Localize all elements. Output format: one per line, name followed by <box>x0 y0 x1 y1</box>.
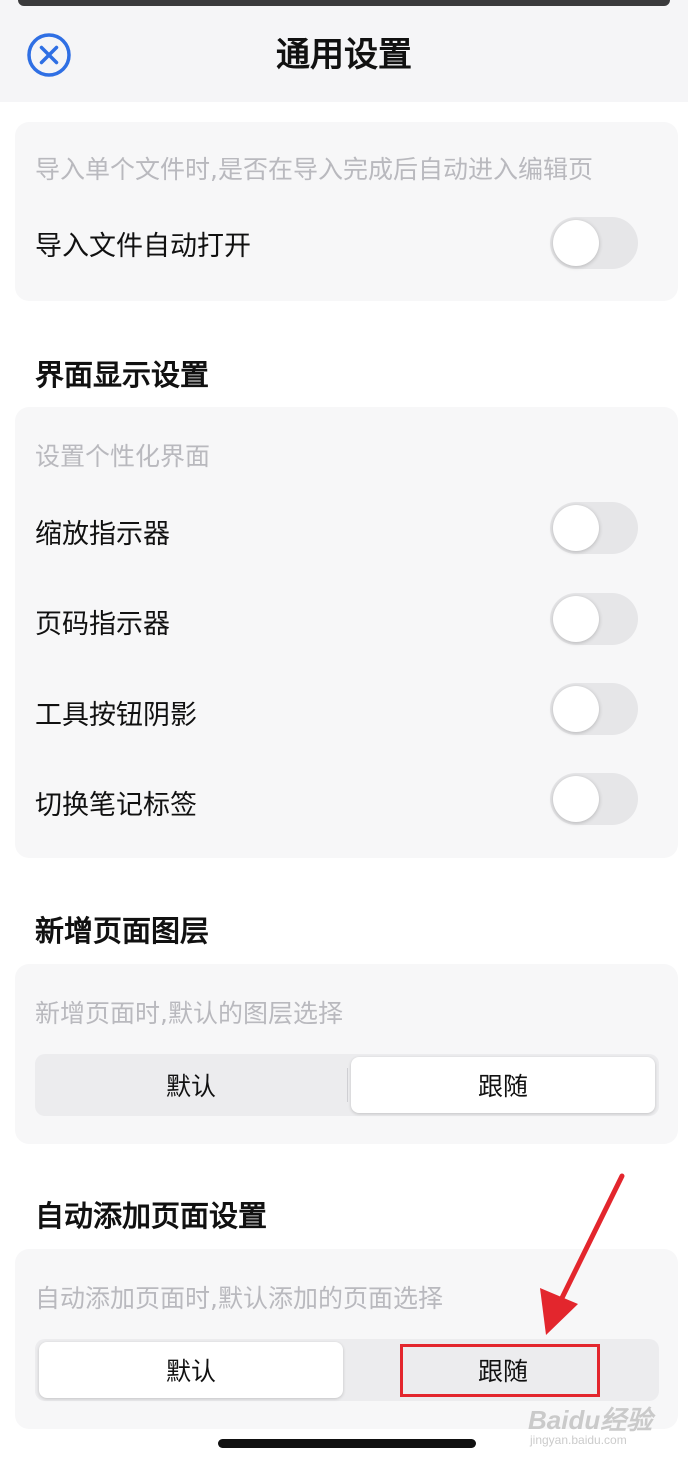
tool-button-shadow-toggle[interactable] <box>550 683 638 735</box>
toggle-knob <box>553 686 599 732</box>
new-page-layer-title: 新增页面图层 <box>35 914 210 948</box>
toggle-knob <box>553 505 599 551</box>
switch-note-tabs-toggle[interactable] <box>550 773 638 825</box>
red-highlight-box <box>400 1344 600 1397</box>
segment-default[interactable]: 默认 <box>39 1057 343 1113</box>
new-page-layer-description: 新增页面时,默认的图层选择 <box>35 999 343 1028</box>
toggle-knob <box>553 596 599 642</box>
auto-open-label: 导入文件自动打开 <box>35 231 251 262</box>
toggle-knob <box>553 220 599 266</box>
red-arrow-annotation <box>540 1173 625 1335</box>
watermark-logo: Baidu经验 <box>528 1405 653 1435</box>
page-number-indicator-toggle[interactable] <box>550 593 638 645</box>
import-settings-card: 导入单个文件时,是否在导入完成后自动进入编辑页 导入文件自动打开 <box>15 122 678 301</box>
display-description: 设置个性化界面 <box>35 442 211 471</box>
display-section-title: 界面显示设置 <box>35 358 210 392</box>
auto-add-page-title: 自动添加页面设置 <box>35 1199 268 1233</box>
baidu-watermark: Baidu经验 jingyan.baidu.com <box>528 1400 678 1450</box>
new-page-layer-card: 新增页面时,默认的图层选择 默认 跟随 <box>15 964 678 1144</box>
toggle-knob <box>553 776 599 822</box>
new-page-layer-segmented-control: 默认 跟随 <box>35 1054 659 1116</box>
zoom-indicator-toggle[interactable] <box>550 502 638 554</box>
tool-button-shadow-label: 工具按钮阴影 <box>35 700 197 731</box>
auto-open-toggle[interactable] <box>550 217 638 269</box>
import-description: 导入单个文件时,是否在导入完成后自动进入编辑页 <box>35 155 593 184</box>
display-settings-card: 设置个性化界面 缩放指示器 页码指示器 工具按钮阴影 切换笔记标签 <box>15 407 678 858</box>
page-number-indicator-label: 页码指示器 <box>35 609 170 640</box>
home-indicator[interactable] <box>218 1439 476 1448</box>
switch-note-tabs-label: 切换笔记标签 <box>35 790 197 821</box>
watermark-url: jingyan.baidu.com <box>530 1433 627 1447</box>
top-edge-strip <box>18 0 670 6</box>
page-title: 通用设置 <box>276 35 412 75</box>
segment-follow[interactable]: 跟随 <box>351 1057 655 1113</box>
segment-divider <box>347 1068 348 1102</box>
zoom-indicator-label: 缩放指示器 <box>35 519 170 550</box>
navigation-bar: 通用设置 <box>0 0 688 102</box>
auto-add-page-description: 自动添加页面时,默认添加的页面选择 <box>35 1284 443 1313</box>
segment-default[interactable]: 默认 <box>39 1342 343 1398</box>
